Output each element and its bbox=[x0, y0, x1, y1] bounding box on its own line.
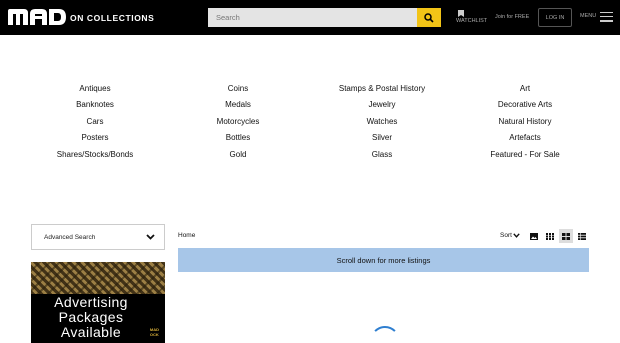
ad-line: Packages bbox=[58, 309, 124, 325]
grid-view-icon bbox=[546, 232, 554, 240]
search-input[interactable] bbox=[208, 8, 417, 27]
category-link[interactable]: Jewelry bbox=[368, 100, 395, 109]
category-link[interactable]: Banknotes bbox=[76, 100, 114, 109]
loading-spinner-icon bbox=[370, 326, 400, 343]
category-link[interactable]: Antiques bbox=[79, 84, 110, 93]
category-link[interactable]: Decorative Arts bbox=[498, 100, 552, 109]
category-link[interactable]: Natural History bbox=[499, 117, 552, 126]
search-button[interactable] bbox=[417, 8, 441, 27]
scroll-notice: Scroll down for more listings bbox=[178, 248, 589, 272]
category-link[interactable]: Cars bbox=[87, 117, 104, 126]
grid-view-button[interactable] bbox=[543, 229, 557, 243]
ad-mini-logo: MAD OCK bbox=[149, 327, 159, 337]
sort-label: Sort bbox=[500, 232, 512, 239]
ad-artwork-overlay bbox=[31, 262, 165, 294]
image-view-icon bbox=[530, 232, 538, 240]
category-link[interactable]: Posters bbox=[81, 133, 108, 142]
category-link[interactable]: Coins bbox=[228, 84, 248, 93]
category-grid: Antiques Banknotes Cars Posters Shares/S… bbox=[0, 80, 620, 165]
list-view-icon bbox=[578, 232, 586, 240]
gallery-view-icon bbox=[562, 232, 570, 240]
menu-label[interactable]: MENU bbox=[580, 13, 596, 19]
join-link[interactable]: Join for FREE bbox=[495, 14, 529, 20]
list-view-button[interactable] bbox=[575, 229, 589, 243]
image-view-button[interactable] bbox=[527, 229, 541, 243]
advanced-search-toggle[interactable]: Advanced Search bbox=[31, 224, 165, 250]
site-header: ON COLLECTIONS WATCHLIST Join for FREE L… bbox=[0, 0, 620, 35]
category-link[interactable]: Watches bbox=[367, 117, 398, 126]
category-link[interactable]: Glass bbox=[372, 150, 392, 159]
gallery-view-button[interactable] bbox=[559, 229, 573, 243]
category-link[interactable]: Artefacts bbox=[509, 133, 541, 142]
search-bar bbox=[208, 8, 441, 27]
ad-line: Available bbox=[60, 324, 122, 340]
login-button[interactable]: LOG IN bbox=[538, 8, 572, 27]
category-link[interactable]: Silver bbox=[372, 133, 392, 142]
site-logo[interactable] bbox=[8, 9, 66, 25]
advertising-banner[interactable]: Advertising Packages Available MAD OCK bbox=[31, 262, 165, 343]
hamburger-icon[interactable] bbox=[600, 12, 613, 22]
category-link[interactable]: Motorcycles bbox=[217, 117, 260, 126]
watchlist-label: WATCHLIST bbox=[456, 18, 488, 24]
category-link[interactable]: Gold bbox=[230, 150, 247, 159]
category-link[interactable]: Bottles bbox=[226, 133, 250, 142]
category-link[interactable]: Stamps & Postal History bbox=[339, 84, 425, 93]
category-link[interactable]: Medals bbox=[225, 100, 251, 109]
category-link[interactable]: Shares/Stocks/Bonds bbox=[57, 150, 133, 159]
ad-line: Advertising bbox=[54, 294, 128, 310]
brand-tagline: ON COLLECTIONS bbox=[70, 13, 155, 23]
breadcrumb[interactable]: Home bbox=[178, 232, 195, 239]
chevron-down-icon bbox=[146, 234, 155, 240]
mad-logo-icon bbox=[8, 9, 66, 25]
watchlist-link[interactable]: WATCHLIST bbox=[456, 10, 490, 26]
category-link[interactable]: Art bbox=[520, 84, 530, 93]
sort-dropdown[interactable]: Sort bbox=[500, 232, 520, 239]
advanced-search-label: Advanced Search bbox=[44, 233, 96, 241]
category-link[interactable]: Featured - For Sale bbox=[490, 150, 559, 159]
ad-mini-logo-line: OCK bbox=[149, 331, 159, 337]
ad-headline: Advertising Packages Available bbox=[31, 295, 151, 340]
search-icon bbox=[424, 12, 434, 23]
bookmark-icon bbox=[458, 10, 464, 17]
chevron-down-icon bbox=[513, 233, 520, 238]
